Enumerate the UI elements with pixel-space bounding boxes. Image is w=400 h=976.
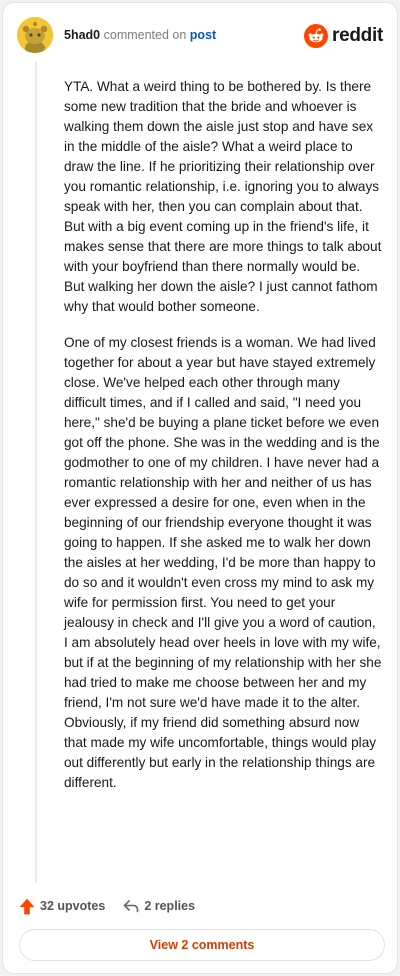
thread-line[interactable] [35,61,37,883]
comment-meta: 5had0 commented on post [64,28,216,42]
reddit-brand[interactable]: reddit [304,23,383,49]
view-comments-button[interactable]: View 2 comments [19,929,385,961]
reply-arrow-icon [124,900,139,913]
upvote-count: 32 upvotes [40,899,106,913]
reddit-logo-icon [304,24,329,48]
comment-actions: 32 upvotes 2 replies [19,895,195,917]
comment-body: YTA. What a weird thing to be bothered b… [64,77,382,809]
upvote-button[interactable]: 32 upvotes [19,898,105,915]
comment-paragraph: One of my closest friends is a woman. We… [64,335,382,790]
replies-button[interactable]: 2 replies [123,899,195,913]
comment-card: 5had0 commented on post reddit YTA. What… [2,2,398,974]
comment-paragraph: YTA. What a weird thing to be bothered b… [64,79,382,314]
commented-on-label: commented on [103,28,187,42]
upvote-arrow-icon [19,898,35,914]
replies-count: 2 replies [144,899,196,913]
brand-wordmark: reddit [332,25,383,46]
comment-header: 5had0 commented on post reddit [17,17,383,55]
snoo-avatar-icon[interactable] [17,17,53,53]
post-link[interactable]: post [190,28,216,42]
author-name[interactable]: 5had0 [64,28,100,42]
